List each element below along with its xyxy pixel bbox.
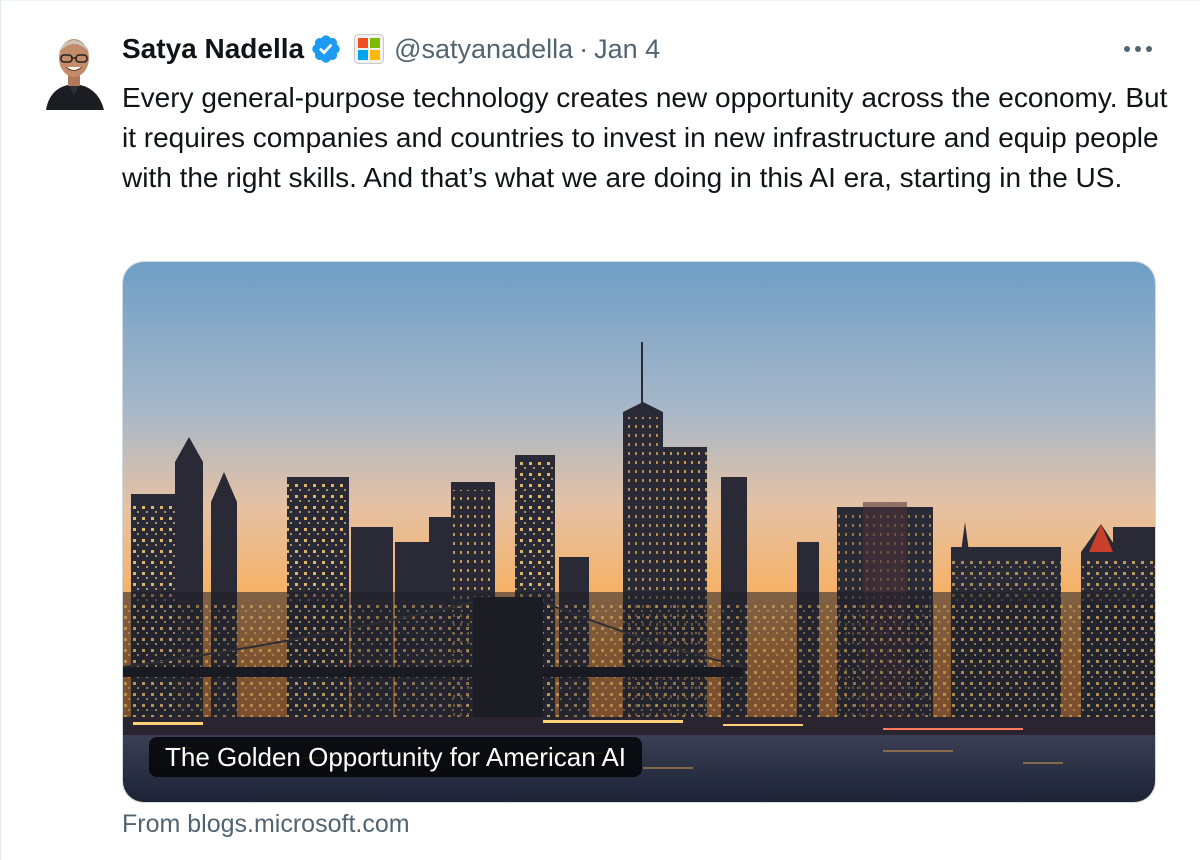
- tweet-header: Satya Nadella @satyanadella · Jan 4: [122, 30, 660, 68]
- card-image: [123, 262, 1155, 802]
- tweet-text: Every general-purpose technology creates…: [122, 82, 1168, 193]
- author-name[interactable]: Satya Nadella: [122, 33, 304, 65]
- left-border: [0, 0, 1, 860]
- separator-dot: ·: [579, 33, 589, 64]
- top-border: [0, 0, 1200, 1]
- avatar-image: [42, 30, 106, 110]
- tweet-date[interactable]: Jan 4: [594, 34, 660, 65]
- verified-badge-icon[interactable]: [310, 33, 342, 65]
- link-card[interactable]: The Golden Opportunity for American AI: [122, 261, 1156, 803]
- more-options-icon[interactable]: [1118, 34, 1158, 64]
- author-handle[interactable]: @satyanadella: [394, 34, 573, 65]
- microsoft-logo-icon[interactable]: [354, 34, 385, 64]
- link-card-title: The Golden Opportunity for American AI: [149, 737, 643, 777]
- avatar[interactable]: [42, 30, 106, 110]
- link-source[interactable]: From blogs.microsoft.com: [122, 810, 410, 839]
